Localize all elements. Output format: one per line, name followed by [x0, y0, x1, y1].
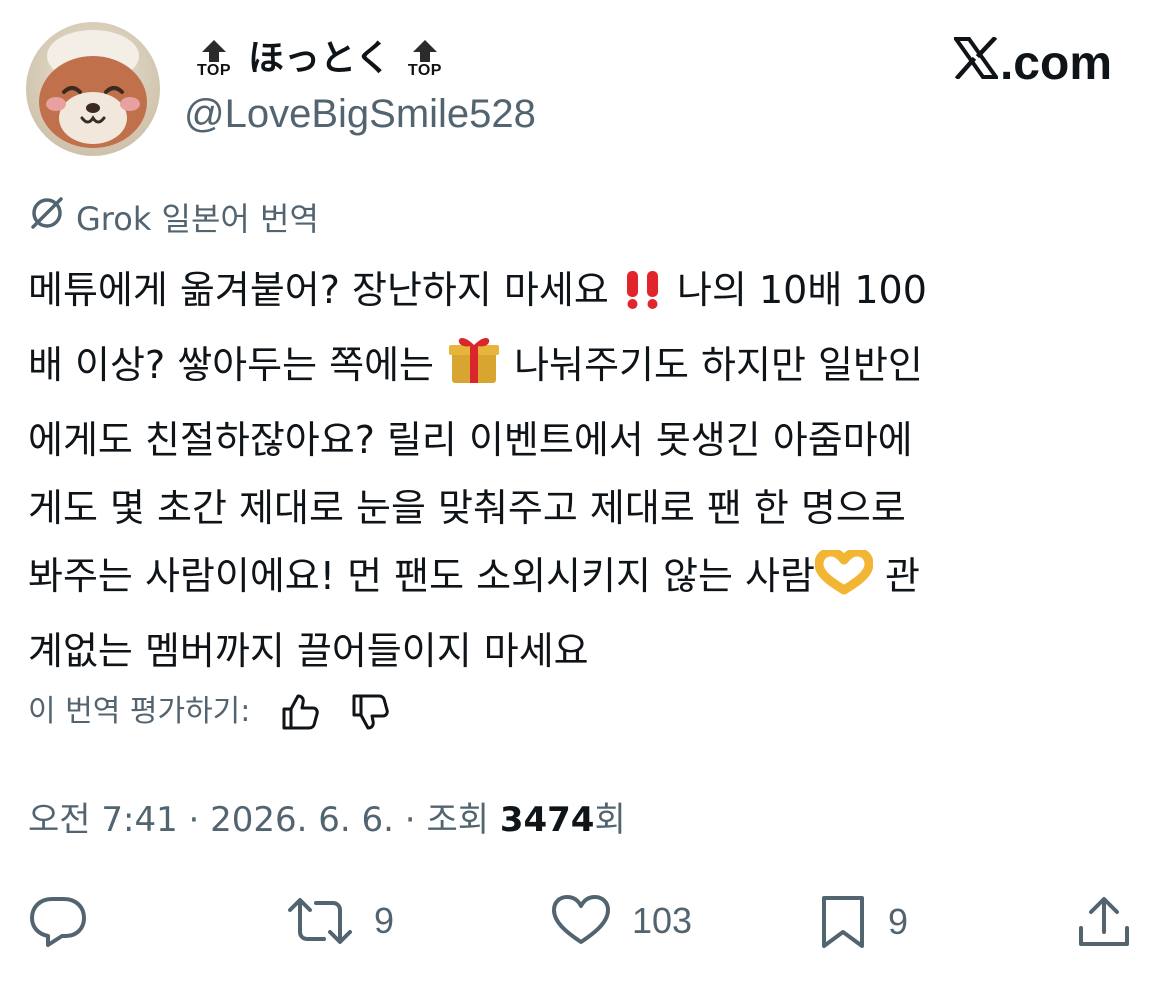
double-exclamation-emoji: [621, 263, 665, 331]
gift-emoji: [446, 333, 502, 406]
display-name[interactable]: ほっとく: [248, 37, 391, 81]
meta-separator: ·: [177, 800, 211, 840]
tweet-meta: 오전 7:41 · 2026. 6. 6. · 조회 3474회: [28, 796, 626, 844]
user-handle[interactable]: @LoveBigSmile528: [184, 88, 536, 140]
thumbs-up-icon[interactable]: [280, 692, 320, 732]
translation-label-text: Grok 일본어 번역: [76, 199, 319, 238]
share-icon: [1076, 894, 1132, 950]
bookmark-count: 9: [888, 901, 909, 942]
tweet-text: 메튜에게 옮겨붙어? 장난하지 마세요 나의 10배 100 배 이상? 쌓아두…: [28, 256, 1142, 685]
translation-label: Grok 일본어 번역: [28, 194, 319, 243]
views-count: 3474: [499, 800, 595, 840]
grok-icon: [28, 194, 66, 243]
post-date[interactable]: 2026. 6. 6.: [210, 800, 394, 840]
top-badge-label: TOP: [407, 62, 442, 79]
bookmark-icon: [818, 894, 868, 950]
repost-icon: [286, 894, 354, 948]
bookmark-button[interactable]: 9: [818, 894, 908, 950]
avatar[interactable]: [26, 22, 160, 156]
heart-icon: [550, 894, 612, 948]
meta-separator: ·: [394, 800, 427, 840]
views-label: 조회: [426, 800, 500, 840]
tweet-line: 배 이상? 쌓아두는 쪽에는 나눠주기도 하지만 일반인: [28, 331, 1142, 406]
tweet-line: 에게도 친절하잖아요? 릴리 이벤트에서 못생긴 아줌마에: [28, 418, 913, 462]
rate-translation-label: 이 번역 평가하기:: [28, 694, 251, 729]
repost-button[interactable]: 9: [286, 894, 394, 948]
author-name-row[interactable]: TOP ほっとく TOP: [192, 32, 447, 86]
tweet-actions: 9 103 9: [28, 894, 1142, 954]
heart-hands-emoji: [814, 547, 874, 617]
post-time[interactable]: 오전 7:41: [28, 800, 178, 840]
top-badge-label: TOP: [196, 62, 232, 79]
brand-domain: .com: [999, 37, 1112, 90]
reply-icon: [28, 894, 88, 948]
top-arrow-icon: TOP: [403, 39, 447, 79]
like-button[interactable]: 103: [550, 894, 692, 948]
brand-logo: .com: [952, 35, 1112, 92]
tweet-line: 메튜에게 옮겨붙어? 장난하지 마세요 나의 10배 100: [28, 256, 1142, 331]
share-button[interactable]: [1076, 894, 1132, 950]
views-suffix: 회: [594, 800, 626, 840]
tweet-line: 계없는 멤버까지 끌어들이지 마세요: [28, 629, 589, 673]
top-arrow-icon: TOP: [192, 39, 236, 79]
reply-button[interactable]: [28, 894, 88, 948]
thumbs-down-icon[interactable]: [350, 692, 390, 732]
x-logo-icon: [952, 35, 1000, 92]
rate-translation: 이 번역 평가하기:: [28, 690, 390, 734]
repost-count: 9: [374, 900, 395, 941]
tweet-line: 봐주는 사람이에요! 먼 팬도 소외시키지 않는 사람 관: [28, 542, 1142, 617]
like-count: 103: [632, 900, 693, 941]
tweet-line: 게도 몇 초간 제대로 눈을 맞춰주고 제대로 팬 한 명으로: [28, 486, 906, 530]
